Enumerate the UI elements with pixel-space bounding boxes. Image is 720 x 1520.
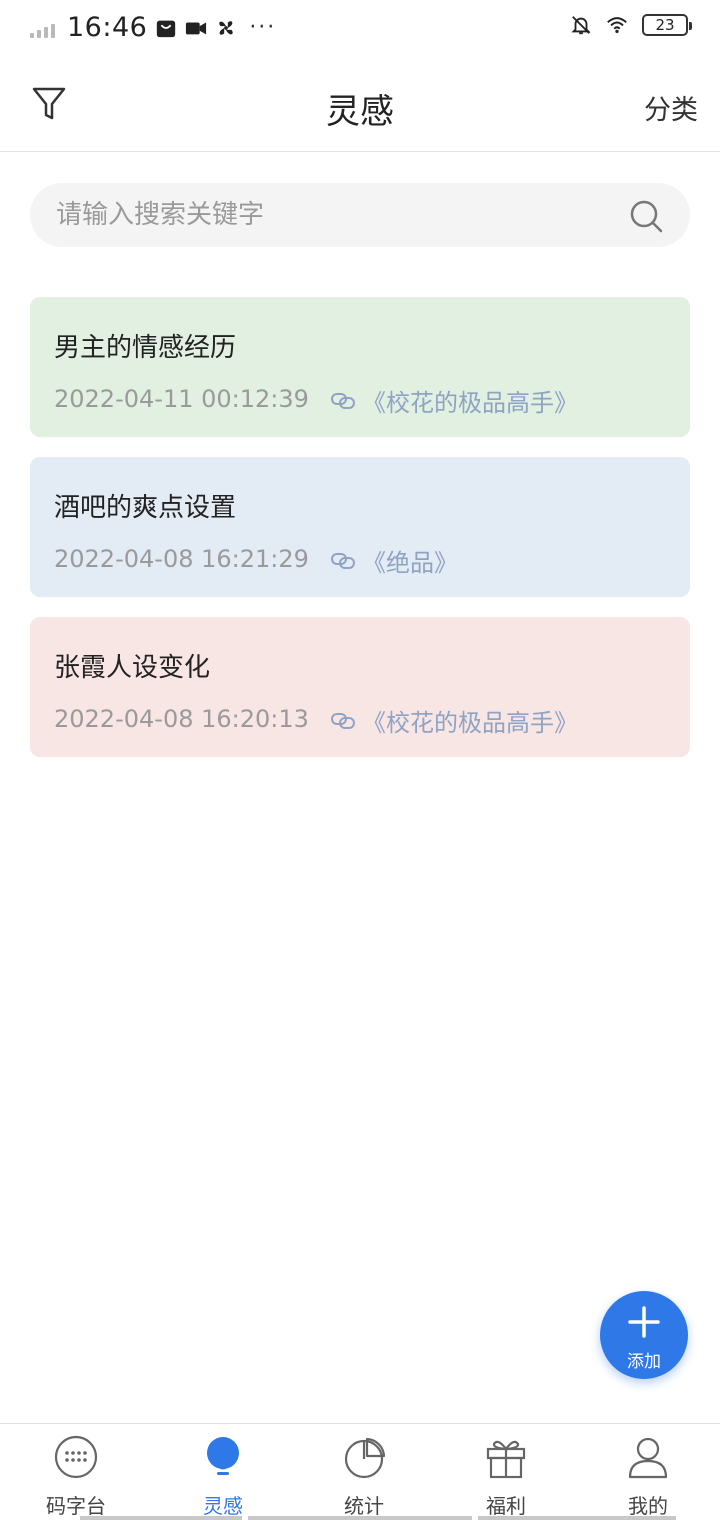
wifi-icon [607,17,627,34]
search-box [30,183,690,247]
tab-label: 我的 [628,1494,668,1518]
gift-icon [486,1440,526,1479]
link-icon [331,712,355,729]
pie-chart-icon [344,1437,386,1479]
plus-icon [628,1306,660,1338]
search-icon[interactable] [628,198,664,234]
signal-icon [30,18,55,38]
link-icon [331,392,355,409]
card-date: 2022-04-08 16:21:29 [54,545,309,573]
card-date: 2022-04-08 16:20:13 [54,705,309,733]
card-date: 2022-04-11 00:12:39 [54,385,309,413]
header: 灵感 分类 [0,60,720,152]
tab-divider [478,1516,676,1520]
tab-inspiration[interactable]: 灵感 [151,1424,295,1520]
add-button-label: 添加 [627,1352,661,1372]
inspiration-card[interactable]: 酒吧的爽点设置 2022-04-08 16:21:29 《绝品》 [30,457,690,597]
card-book-title: 《校花的极品高手》 [362,389,578,417]
tab-statistics[interactable]: 统计 [292,1424,436,1520]
card-title: 张霞人设变化 [54,653,211,683]
link-icon [331,552,355,569]
keyboard-icon [54,1435,98,1479]
card-book-title: 《绝品》 [362,549,458,577]
search-input[interactable] [56,183,616,247]
card-book-link[interactable]: 《校花的极品高手》 [330,703,578,738]
status-bar: 16:46 ··· 23 [0,0,720,60]
status-time: 16:46 [67,12,148,43]
card-title: 酒吧的爽点设置 [54,493,237,523]
tab-label: 福利 [486,1494,526,1518]
tab-divider [80,1516,242,1520]
inspiration-card[interactable]: 男主的情感经历 2022-04-11 00:12:39 《校花的极品高手》 [30,297,690,437]
lightbulb-icon [207,1437,239,1475]
card-title: 男主的情感经历 [54,333,237,363]
video-icon [186,22,207,34]
card-book-link[interactable]: 《绝品》 [330,543,458,578]
add-button[interactable]: 添加 [600,1291,688,1379]
battery-indicator: 23 [642,14,692,36]
tab-profile[interactable]: 我的 [576,1424,720,1520]
tab-label: 统计 [344,1494,384,1518]
card-book-link[interactable]: 《校花的极品高手》 [330,383,578,418]
tab-writing-desk[interactable]: 码字台 [4,1424,148,1520]
tab-label: 灵感 [203,1494,243,1518]
bottom-tab-bar: 码字台 灵感 统计 福利 我的 [0,1423,720,1520]
more-icon: ··· [249,15,277,40]
inspiration-card[interactable]: 张霞人设变化 2022-04-08 16:20:13 《校花的极品高手》 [30,617,690,757]
fan-icon [219,20,234,35]
card-book-title: 《校花的极品高手》 [362,709,578,737]
tab-divider [248,1516,472,1520]
shopping-bag-icon [157,20,176,37]
category-button[interactable]: 分类 [644,88,698,127]
page-title: 灵感 [326,92,394,132]
tab-benefits[interactable]: 福利 [434,1424,578,1520]
tab-label: 码字台 [46,1494,106,1518]
mute-bell-icon [571,16,591,35]
user-icon [628,1437,668,1479]
